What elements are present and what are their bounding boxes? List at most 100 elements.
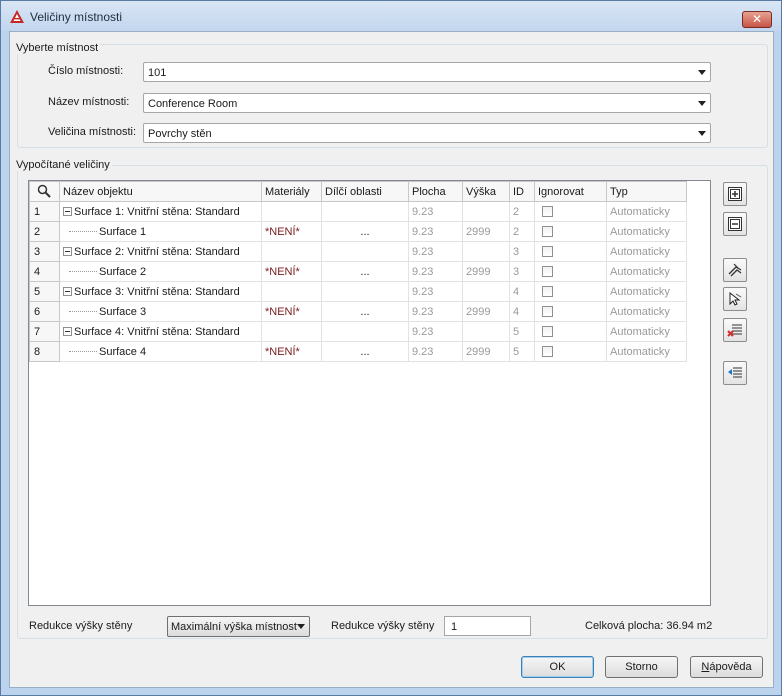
tree-collapse-icon[interactable] [63,286,72,296]
computed-group-title: Vypočítané veličiny [14,159,112,171]
table-row[interactable]: 7 Surface 4: Vnitřní stěna: Standard 9.23 5… [29,321,687,342]
cell-material[interactable]: *NENÍ* [261,301,322,322]
ignore-checkbox[interactable] [542,205,553,217]
cell-subareas[interactable]: ... [321,261,409,282]
table-row[interactable]: 1 Surface 1: Vnitřní stěna: Standard 9.23 2… [29,201,687,222]
cell-ignore [534,281,607,302]
cell-ignore [534,321,607,342]
quantity-dropdown[interactable]: Povrchy stěn [143,123,711,143]
table-row[interactable]: 2 Surface 1 *NENÍ*... 9.23 2999 2 Automaticky [29,221,687,242]
cell-material[interactable]: *NENÍ* [261,221,322,242]
autocad-logo-icon [10,10,24,23]
collapse-all-button[interactable] [723,212,747,236]
ignore-checkbox[interactable] [542,285,553,297]
cell-subareas[interactable] [321,201,409,222]
cell-area: 9.23 [408,201,463,222]
expand-all-button[interactable] [723,182,747,206]
cell-subareas[interactable]: ... [321,341,409,362]
close-button[interactable]: ✕ [742,11,772,28]
dialog-client: Vyberte místnost Číslo místnosti: 101 Ná… [9,31,774,688]
cell-material[interactable] [261,201,322,222]
select-wall-button[interactable] [723,258,747,282]
cell-subareas[interactable] [321,321,409,342]
cell-type[interactable]: Automaticky [606,241,687,262]
row-number: 1 [29,201,60,222]
remove-surface-button[interactable] [723,318,747,342]
row-number: 8 [29,341,60,362]
quantities-grid[interactable]: Název objektu Materiály Dílčí oblasti Pl… [28,180,711,606]
cell-subareas[interactable]: ... [321,221,409,242]
cell-type[interactable]: Automaticky [606,341,687,362]
cell-subareas[interactable] [321,281,409,302]
cell-material[interactable] [261,281,322,302]
room-name-label: Název místnosti: [48,96,130,108]
cell-material[interactable]: *NENÍ* [261,261,322,282]
col-header-type[interactable]: Typ [606,181,687,202]
table-row[interactable]: 3 Surface 2: Vnitřní stěna: Standard 9.23 3… [29,241,687,262]
tree-collapse-icon[interactable] [63,326,72,336]
cell-type[interactable]: Automaticky [606,201,687,222]
ignore-checkbox[interactable] [542,345,553,357]
ignore-checkbox[interactable] [542,245,553,257]
cell-material[interactable] [261,321,322,342]
ignore-checkbox[interactable] [542,325,553,337]
cell-id: 5 [509,341,535,362]
col-header-subareas[interactable]: Dílčí oblasti [321,181,409,202]
col-header-ignore[interactable]: Ignorovat [534,181,607,202]
help-button[interactable]: Nápověda [690,656,763,678]
quantities-table: Název objektu Materiály Dílčí oblasti Pl… [29,181,687,362]
search-header-cell[interactable] [29,181,60,202]
cell-material[interactable] [261,241,322,262]
cell-type[interactable]: Automaticky [606,221,687,242]
cell-height: 2999 [462,261,510,282]
ignore-checkbox[interactable] [542,265,553,277]
title-bar[interactable]: Veličiny místnosti ✕ [1,1,781,31]
wall-height-reduction-dropdown[interactable]: Maximální výška místnost [167,616,310,637]
cell-subareas[interactable] [321,241,409,262]
row-number: 6 [29,301,60,322]
table-row[interactable]: 8 Surface 4 *NENÍ*... 9.23 2999 5 Automaticky [29,341,687,362]
ignore-checkbox[interactable] [542,225,553,237]
col-header-height[interactable]: Výška [462,181,510,202]
add-surface-button[interactable] [723,361,747,385]
cell-area: 9.23 [408,341,463,362]
wall-height-reduction-input[interactable]: 1 [444,616,531,636]
chevron-down-icon [297,624,305,629]
table-row[interactable]: 5 Surface 3: Vnitřní stěna: Standard 9.23 4… [29,281,687,302]
tree-collapse-icon[interactable] [63,246,72,256]
room-name-value: Conference Room [148,98,238,110]
cell-area: 9.23 [408,281,463,302]
cell-type[interactable]: Automaticky [606,281,687,302]
ok-button[interactable]: OK [521,656,594,678]
magnifier-icon [37,184,51,198]
collapse-all-icon [728,217,742,231]
cell-type[interactable]: Automaticky [606,301,687,322]
expand-all-icon [728,187,742,201]
cell-subareas[interactable]: ... [321,301,409,322]
col-header-area[interactable]: Plocha [408,181,463,202]
select-wall-icon [728,263,742,277]
select-room-group-title: Vyberte místnost [14,42,101,54]
cell-type[interactable]: Automaticky [606,261,687,282]
table-row[interactable]: 4 Surface 2 *NENÍ*... 9.23 2999 3 Automaticky [29,261,687,282]
room-name-dropdown[interactable]: Conference Room [143,93,711,113]
ignore-checkbox[interactable] [542,305,553,317]
col-header-materials[interactable]: Materiály [261,181,322,202]
cancel-button[interactable]: Storno [605,656,678,678]
col-header-id[interactable]: ID [509,181,535,202]
cell-name: Surface 3: Vnitřní stěna: Standard [59,281,262,302]
tree-collapse-icon[interactable] [63,206,72,216]
cell-id: 2 [509,221,535,242]
room-number-dropdown[interactable]: 101 [143,62,711,82]
select-object-button[interactable] [723,287,747,311]
cell-area: 9.23 [408,221,463,242]
cell-name: Surface 3 [59,301,262,322]
col-header-name[interactable]: Název objektu [59,181,262,202]
room-number-label: Číslo místnosti: [48,65,124,77]
cell-material[interactable]: *NENÍ* [261,341,322,362]
cell-type[interactable]: Automaticky [606,321,687,342]
cell-ignore [534,221,607,242]
table-row[interactable]: 6 Surface 3 *NENÍ*... 9.23 2999 4 Automaticky [29,301,687,322]
cell-name: Surface 1 [59,221,262,242]
cell-height [462,281,510,302]
